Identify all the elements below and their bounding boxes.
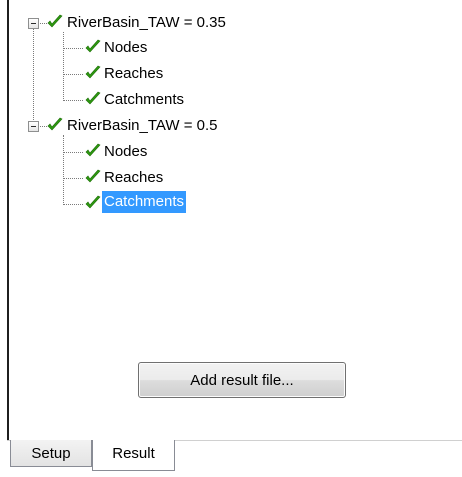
tree-item-label[interactable]: Catchments xyxy=(102,89,186,111)
check-icon[interactable] xyxy=(85,195,101,211)
results-panel: RiverBasin_TAW = 0.35 Nodes Reaches Catc… xyxy=(0,0,462,477)
tree-connector xyxy=(63,178,83,179)
tree-connector xyxy=(63,48,83,49)
tree-group2-line xyxy=(63,135,64,205)
tree-root-line xyxy=(33,26,34,126)
check-icon[interactable] xyxy=(85,39,101,55)
result-tree: RiverBasin_TAW = 0.35 Nodes Reaches Catc… xyxy=(0,0,462,230)
tree-item-label-selected[interactable]: Catchments xyxy=(102,191,187,213)
tree-item-label[interactable]: Nodes xyxy=(102,37,149,59)
check-icon[interactable] xyxy=(85,169,101,185)
tree-group-label[interactable]: RiverBasin_TAW = 0.5 xyxy=(65,115,219,137)
check-icon[interactable] xyxy=(85,65,101,81)
check-icon[interactable] xyxy=(85,143,101,159)
add-result-file-button[interactable]: Add result file... xyxy=(138,362,346,398)
tree-group-label[interactable]: RiverBasin_TAW = 0.35 xyxy=(65,12,228,34)
collapse-toggle-icon[interactable] xyxy=(28,121,39,132)
tree-connector xyxy=(63,100,83,101)
tree-connector xyxy=(40,23,47,24)
tree-item-label[interactable]: Reaches xyxy=(102,63,165,85)
tree-connector xyxy=(63,74,83,75)
tree-item-label[interactable]: Nodes xyxy=(102,141,149,163)
tab-result[interactable]: Result xyxy=(92,440,175,471)
check-icon[interactable] xyxy=(47,14,63,30)
check-icon[interactable] xyxy=(85,91,101,107)
tab-setup[interactable]: Setup xyxy=(10,440,92,467)
collapse-toggle-icon[interactable] xyxy=(28,18,39,29)
tree-group1-line xyxy=(63,32,64,101)
tree-connector xyxy=(40,126,47,127)
check-icon[interactable] xyxy=(47,117,63,133)
tree-item-label[interactable]: Reaches xyxy=(102,167,165,189)
tree-connector xyxy=(63,204,83,205)
tree-connector xyxy=(63,152,83,153)
